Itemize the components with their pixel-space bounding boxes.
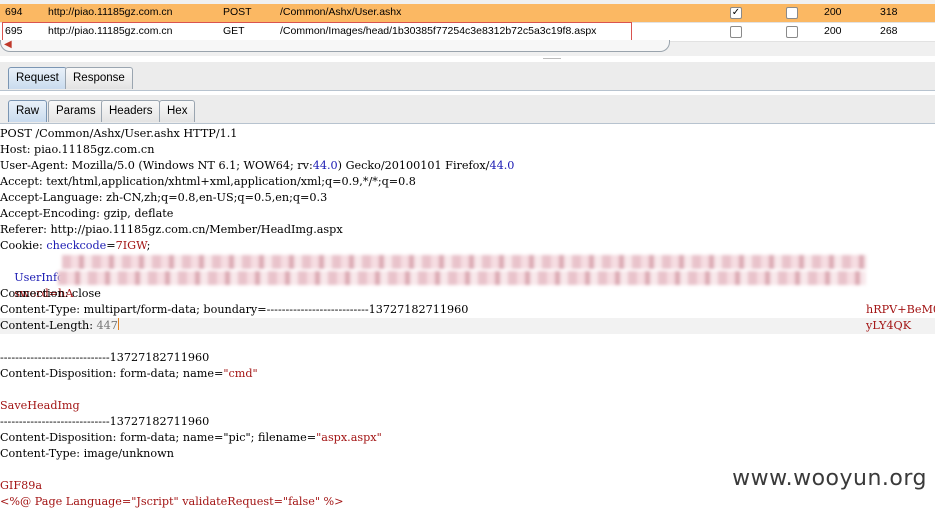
accept-header: Accept: text/html,application/xhtml+xml,… [0,175,416,188]
boundary-line: -----------------------------13727182711… [0,415,210,428]
content-disposition-cmd: Content-Disposition: form-data; name="cm… [0,367,258,380]
request-line: POST /Common/Ashx/User.ashx HTTP/1.1 [0,127,238,140]
history-table: 694 http://piao.11185gz.com.cn POST /Com… [0,0,935,64]
tab-headers[interactable]: Headers [101,100,161,122]
host-header: Host: piao.11185gz.com.cn [0,143,155,156]
view-tabs: Raw Params Headers Hex [0,95,935,124]
userinfo-cookie: UserInfo= hRPV+BeM0c [0,254,935,316]
edited-checkbox[interactable] [786,7,798,19]
row-host: http://piao.11185gz.com.cn [48,6,173,18]
content-type-image: Content-Type: image/unknown [0,447,174,460]
scroll-left-arrow-icon[interactable]: ◀ [4,39,12,50]
tab-params[interactable]: Params [48,100,104,122]
aspx-directive: <%@ Page Language="Jscript" validateRequ… [0,495,344,508]
user-agent-header: User-Agent: Mozilla/5.0 (Windows NT 6.1;… [0,159,515,172]
edited-checkbox[interactable] [786,26,798,38]
password-cookie: sword=hA yLY4QK [0,270,935,332]
connection-header: Connection: close [0,287,101,300]
params-checkbox[interactable]: ✓ [730,7,742,19]
tab-response[interactable]: Response [65,67,133,89]
accept-encoding-header: Accept-Encoding: gzip, deflate [0,207,174,220]
row-status: 200 [824,25,842,37]
accept-language-header: Accept-Language: zh-CN,zh;q=0.8,en-US;q=… [0,191,328,204]
redacted-blur [62,255,867,269]
text-cursor [117,318,119,330]
history-row-694[interactable]: 694 http://piao.11185gz.com.cn POST /Com… [0,4,935,22]
cmd-value: SaveHeadImg [0,399,80,412]
tab-hex[interactable]: Hex [159,100,196,122]
watermark: www.wooyun.org [732,466,927,491]
row-length: 268 [880,25,898,37]
row-length: 318 [880,6,898,18]
row-method: POST [223,6,252,18]
tab-raw[interactable]: Raw [8,100,48,122]
row-status: 200 [824,6,842,18]
highlight-box [2,22,632,42]
redacted-blur [58,271,866,285]
row-url: /Common/Ashx/User.ashx [280,6,402,18]
message-tabs: Request Response [0,62,935,91]
content-type-header: Content-Type: multipart/form-data; bound… [0,303,469,316]
boundary-line: -----------------------------13727182711… [0,351,210,364]
referer-header: Referer: http://piao.11185gz.com.cn/Memb… [0,223,343,236]
content-length-header: Content-Length: 447 [0,318,119,332]
params-checkbox[interactable] [730,26,742,38]
tab-request[interactable]: Request [8,67,67,89]
horizontal-scrollbar[interactable]: ◀ [0,39,670,52]
content-disposition-pic: Content-Disposition: form-data; name="pi… [0,431,382,444]
current-line-highlight [0,318,935,334]
row-id: 694 [5,6,23,18]
cookie-header: Cookie: checkcode=7IGW; [0,239,151,252]
raw-request-editor[interactable]: POST /Common/Ashx/User.ashx HTTP/1.1 Hos… [0,124,935,508]
gif-header: GIF89a [0,479,43,492]
